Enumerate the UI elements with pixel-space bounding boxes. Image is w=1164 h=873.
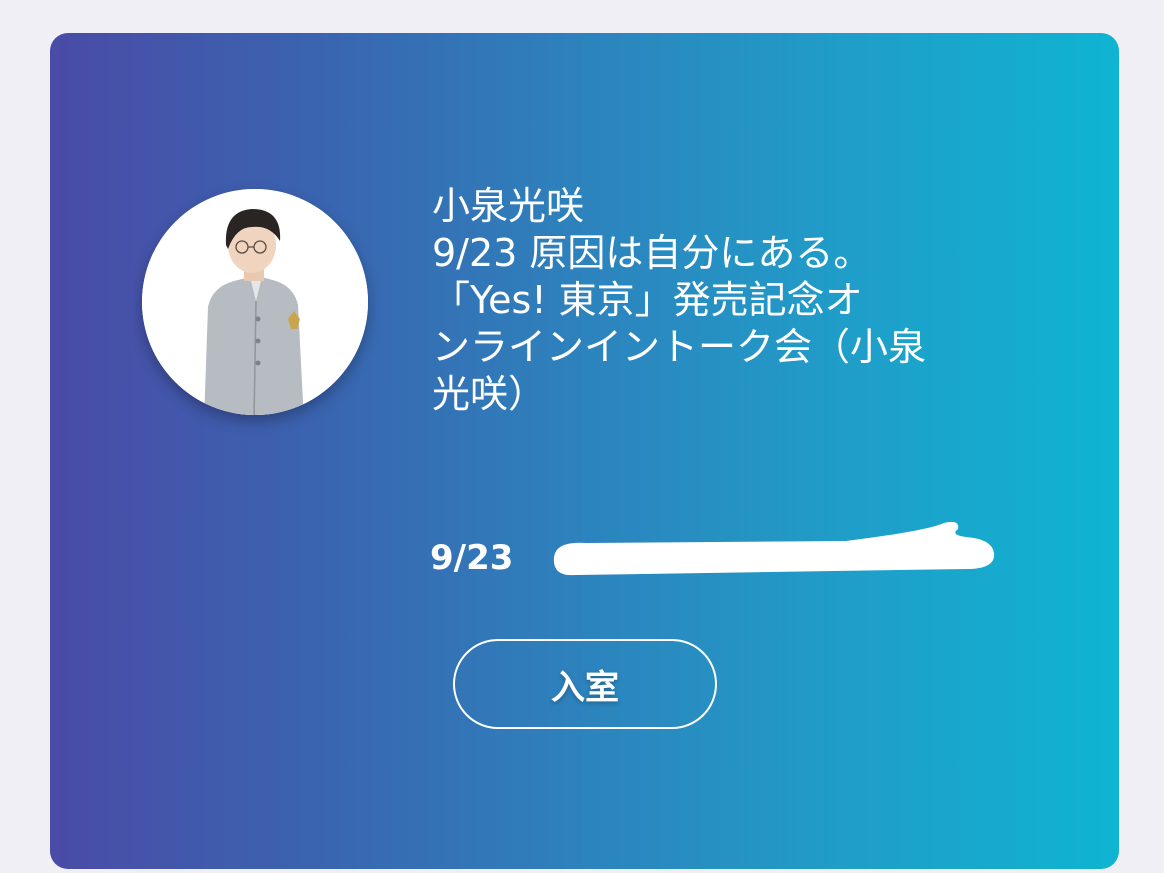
event-title-line: 小泉光咲 (432, 184, 585, 228)
event-schedule: 9/23 (430, 533, 513, 583)
event-title-line: 9/23 原因は自分にある。 (432, 231, 872, 275)
enter-room-button[interactable]: 入室 (453, 639, 717, 729)
event-title: 小泉光咲 9/23 原因は自分にある。 「Yes! 東京」発売記念オ ンラインイ… (432, 183, 1032, 418)
performer-photo (142, 189, 368, 415)
event-title-line: ンラインイントーク会（小泉 (432, 325, 927, 369)
event-card: 小泉光咲 9/23 原因は自分にある。 「Yes! 東京」発売記念オ ンラインイ… (50, 33, 1119, 869)
event-title-line: 光咲） (432, 372, 547, 416)
redacted-time-mark (553, 521, 995, 576)
event-title-line: 「Yes! 東京」発売記念オ (432, 278, 863, 322)
performer-avatar (142, 189, 368, 415)
event-date: 9/23 (430, 538, 514, 578)
